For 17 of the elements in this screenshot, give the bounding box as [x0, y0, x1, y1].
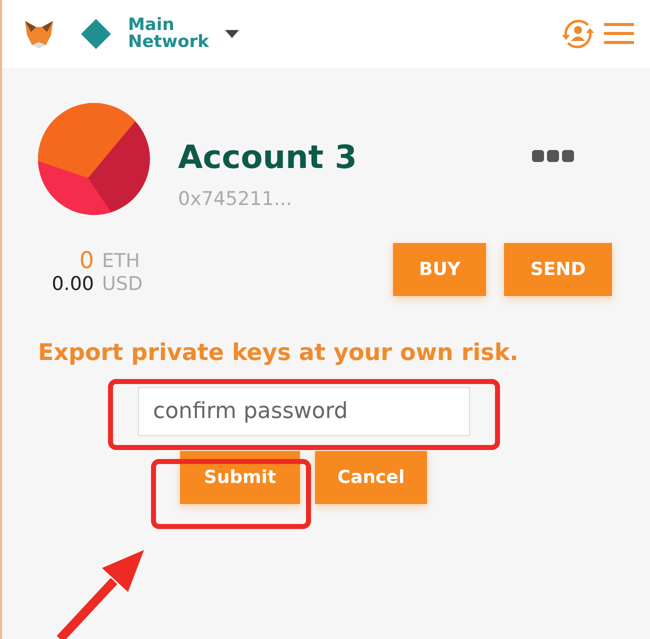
action-button[interactable]: SEND — [504, 243, 612, 296]
cancel-button[interactable]: Cancel — [315, 450, 427, 504]
action-button[interactable]: BUY — [393, 243, 486, 296]
account-switch-icon[interactable] — [560, 17, 596, 51]
network-diamond-icon — [80, 18, 112, 50]
network-name[interactable]: Main Network — [128, 17, 209, 51]
submit-button[interactable]: Submit — [180, 450, 300, 504]
more-options-icon[interactable] — [532, 150, 574, 162]
balance-amount: 0 — [79, 250, 94, 273]
warning-text: Export private keys at your own risk. — [38, 339, 520, 368]
fiat-amount: 0.00 — [52, 273, 94, 296]
account-address: 0x745211... — [178, 187, 293, 212]
account-name: Account 3 — [178, 137, 357, 178]
caret-icon[interactable] — [224, 30, 239, 38]
fiat-unit: USD — [102, 273, 144, 296]
balance-unit: ETH — [102, 250, 141, 273]
password-field[interactable]: confirm password — [138, 386, 470, 436]
